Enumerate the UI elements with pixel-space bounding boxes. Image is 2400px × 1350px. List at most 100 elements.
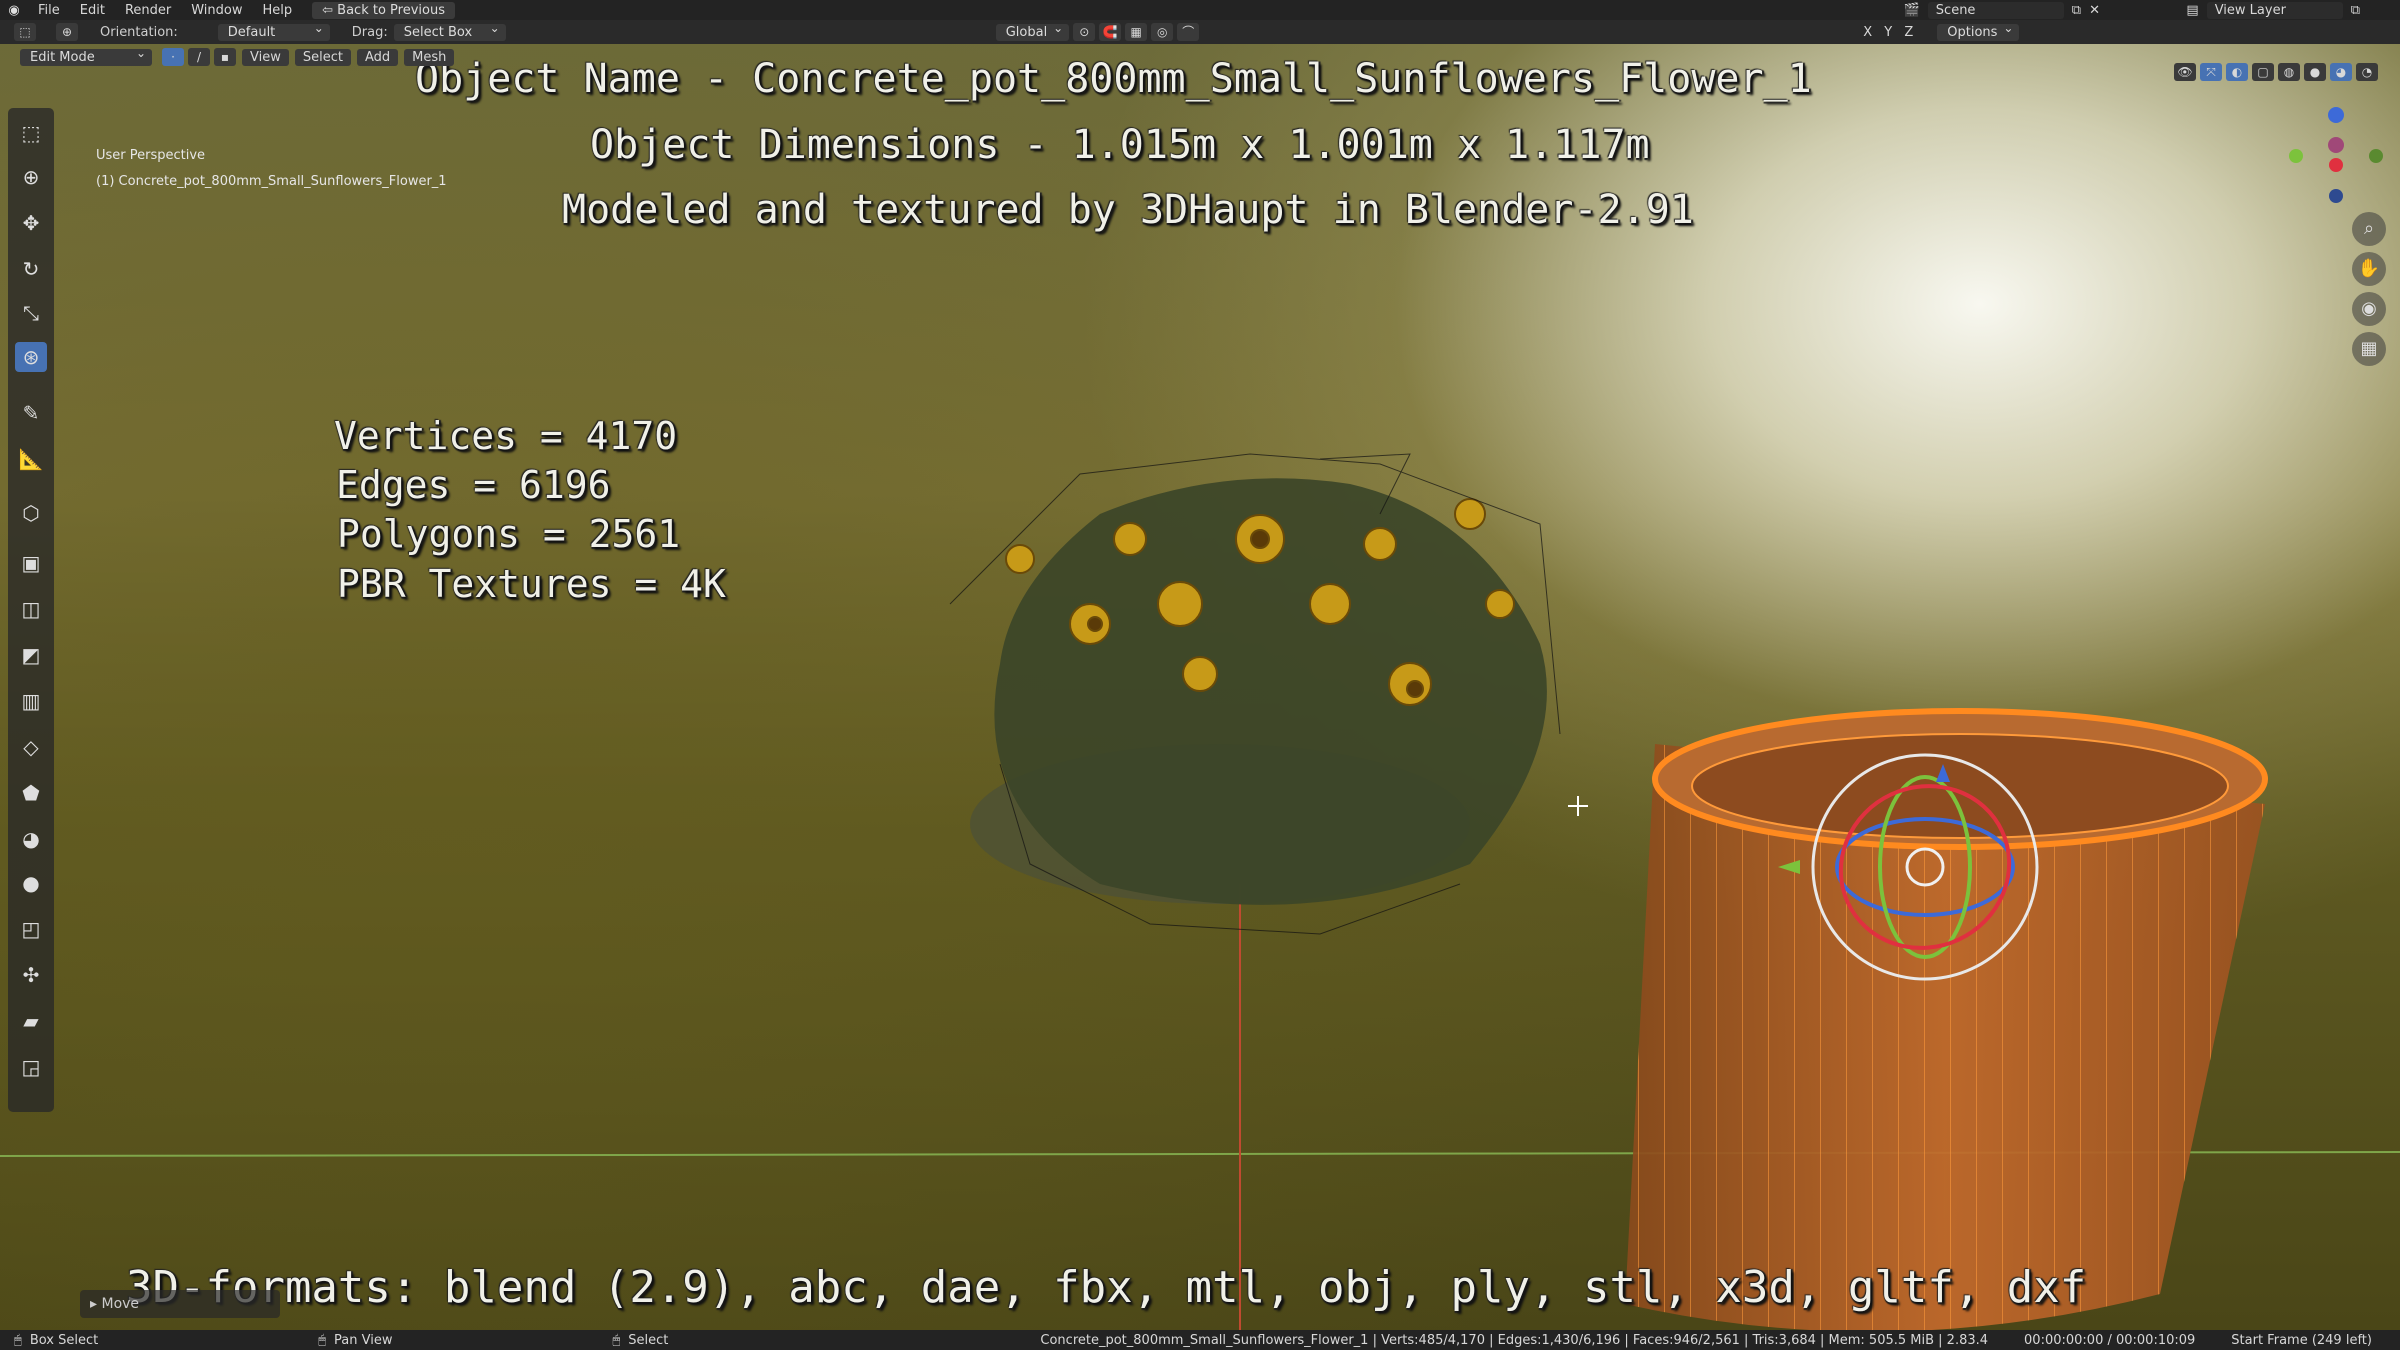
blender-logo-icon[interactable]: ◉	[0, 3, 28, 18]
menu-add[interactable]: Add	[356, 48, 399, 66]
scale-tool-icon[interactable]: ⤡	[15, 298, 47, 328]
copy-scene-icon[interactable]: ⧉	[2072, 3, 2081, 18]
scene-name-field[interactable]: Scene	[1927, 1, 2064, 19]
view-layer-selector[interactable]: ▤ View Layer ⧉	[2186, 0, 2360, 20]
cursor-tool-icon[interactable]: ⊕	[15, 162, 47, 192]
menu-edit[interactable]: Edit	[70, 3, 115, 18]
zoom-icon[interactable]: ⌕	[2352, 212, 2386, 246]
sunflower-arrangement-mesh[interactable]	[949, 453, 1561, 935]
edit-mode-dropdown[interactable]: Edit Mode	[20, 46, 152, 66]
options-dropdown[interactable]: Options	[1937, 21, 2020, 41]
shear-tool-icon[interactable]: ▰	[15, 1006, 47, 1036]
falloff-icon[interactable]: ⌒	[1177, 23, 1200, 41]
gizmo-toggle-icon[interactable]: ⤧	[2200, 63, 2222, 81]
mirror-y-toggle[interactable]: Y	[1884, 25, 1892, 40]
mouse-right-icon: 🖱	[612, 1332, 621, 1348]
loop-cut-tool-icon[interactable]: ▥	[15, 686, 47, 716]
mouse-left-icon: 🖱	[14, 1332, 22, 1348]
back-button-label: Back to Previous	[337, 2, 445, 18]
expand-arrow-icon: ▸	[90, 1296, 102, 1312]
mirror-axes: X Y Z	[1859, 25, 1917, 40]
navigation-axis-gizmo[interactable]	[2289, 107, 2383, 203]
mouse-middle-icon: 🖱	[318, 1332, 327, 1348]
menu-file[interactable]: File	[28, 3, 70, 18]
status-pan-view: Pan View	[334, 1332, 393, 1348]
orientation-dropdown[interactable]: Default	[217, 21, 330, 41]
annotate-tool-icon[interactable]: ✎	[15, 398, 47, 428]
object-name-caption: Object Name - Concrete_pot_800mm_Small_S…	[415, 56, 1812, 102]
extrude-tool-icon[interactable]: ▣	[15, 548, 47, 578]
viewport-header: Edit Mode · / ▪ View Select Add Mesh	[8, 44, 455, 70]
menu-select[interactable]: Select	[294, 48, 351, 66]
select-box-tool-icon[interactable]: ⬚	[15, 118, 47, 148]
ortho-grid-icon[interactable]: ▦	[2352, 332, 2386, 366]
bevel-tool-icon[interactable]: ◩	[15, 640, 47, 670]
view-layer-field[interactable]: View Layer	[2206, 1, 2343, 19]
drag-label: Drag:	[351, 24, 388, 40]
edge-slide-tool-icon[interactable]: ◰	[15, 914, 47, 944]
snap-icon[interactable]: 🧲	[1099, 23, 1122, 41]
pan-hand-icon[interactable]: ✋	[2352, 252, 2386, 286]
smooth-tool-icon[interactable]: ●	[15, 868, 47, 898]
stat-textures: PBR Textures = 4K	[337, 562, 726, 606]
mirror-x-toggle[interactable]: X	[1863, 25, 1872, 40]
add-cube-tool-icon[interactable]: ⬡	[15, 498, 47, 528]
3d-cursor-icon	[1568, 796, 1588, 816]
drag-dropdown[interactable]: Select Box	[393, 21, 506, 41]
last-operator-panel[interactable]: ▸ Move	[80, 1290, 280, 1318]
remove-scene-icon[interactable]: ✕	[2089, 3, 2100, 18]
measure-tool-icon[interactable]: 📐	[15, 444, 47, 474]
orientation-label: Orientation:	[100, 24, 178, 40]
last-operator-label: Move	[101, 1296, 140, 1312]
editor-type-icon[interactable]: ⬚	[14, 23, 36, 41]
left-toolbar: ⬚ ⊕ ✥ ↻ ⤡ ⊛ ✎ 📐 ⬡ ▣ ◫ ◩ ▥ ◇ ⬟ ◕ ● ◰ ✣ ▰ …	[8, 108, 54, 1112]
camera-view-icon[interactable]: ◉	[2352, 292, 2386, 326]
xray-toggle-icon[interactable]: ▢	[2252, 63, 2274, 81]
view-object-types-icon[interactable]: 👁	[2174, 63, 2196, 81]
rip-region-tool-icon[interactable]: ◲	[15, 1052, 47, 1082]
concrete-pot-mesh[interactable]	[1625, 708, 2268, 1330]
face-select-icon[interactable]: ▪	[214, 48, 236, 66]
status-box-select: Box Select	[29, 1332, 99, 1348]
knife-tool-icon[interactable]: ◇	[15, 732, 47, 762]
wireframe-shading-icon[interactable]: ◍	[2278, 63, 2300, 81]
scene-render	[0, 107, 2400, 1330]
pivot-point-icon[interactable]: ⊙	[1073, 23, 1096, 41]
inset-tool-icon[interactable]: ◫	[15, 594, 47, 624]
status-frame-info: Start Frame (249 left)	[2231, 1332, 2372, 1348]
menu-view[interactable]: View	[242, 48, 289, 66]
solid-shading-icon[interactable]: ●	[2304, 63, 2326, 81]
menu-mesh[interactable]: Mesh	[404, 48, 455, 66]
move-tool-icon[interactable]: ✥	[15, 208, 47, 238]
poly-build-tool-icon[interactable]: ⬟	[15, 778, 47, 808]
formats-caption: 3D-formats: blend (2.9), abc, dae, fbx, …	[126, 1262, 2087, 1313]
overlay-toggle-icon[interactable]: ◐	[2226, 63, 2248, 81]
credits-caption: Modeled and textured by 3DHaupt in Blend…	[562, 187, 1694, 233]
transform-orientation-dropdown[interactable]: Global	[995, 21, 1070, 41]
stat-edges: Edges = 6196	[336, 463, 611, 507]
scene-selector[interactable]: 🎬 Scene ⧉ ✕	[1904, 0, 2100, 20]
menu-render[interactable]: Render	[115, 3, 181, 18]
menu-help[interactable]: Help	[253, 3, 303, 18]
rendered-shading-icon[interactable]: ◔	[2356, 63, 2378, 81]
status-select: Select	[628, 1332, 669, 1348]
snap-target-icon[interactable]: ▦	[1125, 23, 1148, 41]
copy-view-layer-icon[interactable]: ⧉	[2351, 3, 2360, 18]
edge-select-icon[interactable]: /	[188, 48, 210, 66]
spin-tool-icon[interactable]: ◕	[15, 824, 47, 854]
back-to-previous-button[interactable]: ⇦ Back to Previous	[312, 1, 455, 19]
object-dimensions-caption: Object Dimensions - 1.015m x 1.001m x 1.…	[590, 122, 1650, 168]
material-shading-icon[interactable]: ◕	[2330, 63, 2352, 81]
mirror-z-toggle[interactable]: Z	[1904, 25, 1913, 40]
active-tool-icon[interactable]: ⊕	[56, 23, 78, 41]
status-scene-info: Concrete_pot_800mm_Small_Sunflowers_Flow…	[1040, 1332, 1989, 1348]
menu-window[interactable]: Window	[181, 3, 252, 18]
vertex-select-icon[interactable]: ·	[162, 48, 184, 66]
3d-viewport[interactable]: User Perspective (1) Concrete_pot_800mm_…	[0, 44, 2400, 1330]
transform-tool-icon[interactable]: ⊛	[15, 342, 47, 372]
rotate-tool-icon[interactable]: ↻	[15, 254, 47, 284]
shrink-fatten-tool-icon[interactable]: ✣	[15, 960, 47, 990]
scene-icon: 🎬	[1903, 2, 1920, 18]
tool-settings-header: ⬚ ⊕ Orientation: Default Drag: Select Bo…	[0, 20, 2400, 44]
proportional-edit-icon[interactable]: ◎	[1151, 23, 1174, 41]
